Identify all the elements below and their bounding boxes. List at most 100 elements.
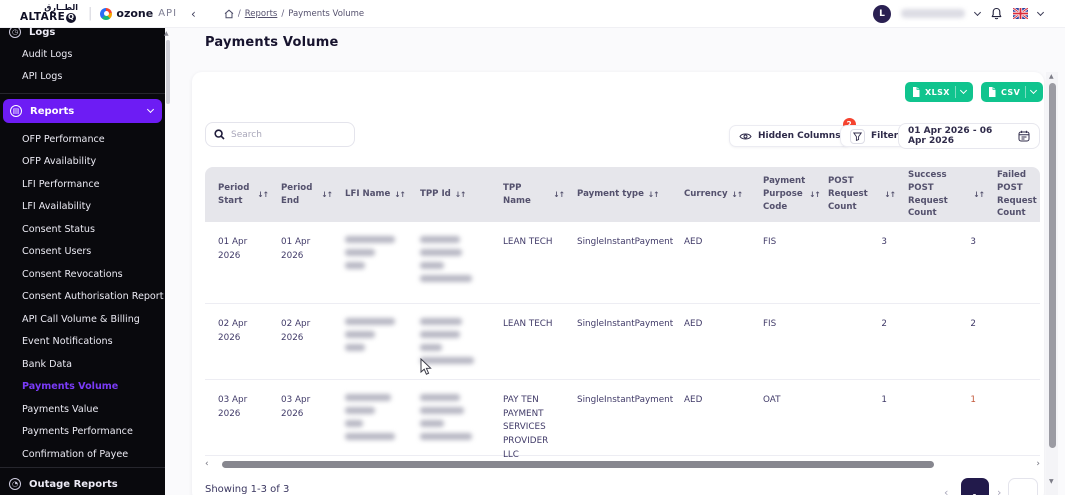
cell-tpp-name: PAY TEN PAYMENT SERVICES PROVIDER LLC	[503, 395, 549, 460]
cell-purpose-code: FIS	[763, 319, 777, 329]
col-header-success-post-request-count[interactable]: Success POST Request Count ↓↑	[895, 169, 985, 221]
altareq-logo-q-mark: Q	[66, 12, 77, 23]
table-row: 02 Apr 2026 02 Apr 2026 LEAN TECH Single…	[205, 304, 1040, 380]
language-flag-icon[interactable]	[1013, 8, 1028, 19]
sort-icon[interactable]: ↓↑	[257, 189, 269, 200]
date-range-picker[interactable]: 01 Apr 2026 - 06 Apr 2026	[898, 123, 1040, 149]
sidebar-item-lfi-performance[interactable]: LFI Performance	[0, 173, 165, 196]
user-menu-chevron-icon[interactable]	[973, 8, 982, 16]
altareq-logo-latin: ALTARE	[20, 11, 66, 24]
sidebar-item-ofp-performance[interactable]: OFP Performance	[0, 128, 165, 151]
sidebar-scroll-up-icon[interactable]: ▲	[164, 30, 169, 37]
sidebar-item-consent-revocations[interactable]: Consent Revocations	[0, 263, 165, 286]
calendar-icon	[1018, 130, 1030, 142]
vertical-scrollbar-thumb[interactable]	[1048, 83, 1056, 448]
cell-post-count: 1	[881, 395, 887, 405]
breadcrumb-link-reports[interactable]: Reports	[245, 9, 278, 19]
notifications-bell-icon[interactable]	[990, 7, 1003, 21]
scroll-right-icon[interactable]: ›	[1036, 460, 1040, 469]
scroll-left-icon[interactable]: ‹	[205, 460, 209, 469]
sidebar-item-api-logs[interactable]: API Logs	[0, 66, 165, 89]
cell-tpp-id-redacted	[407, 222, 490, 303]
sidebar-scrollbar-thumb[interactable]	[166, 40, 170, 104]
cell-post-count: 2	[881, 319, 887, 329]
sidebar-item-payments-volume[interactable]: Payments Volume	[0, 376, 165, 399]
col-header-payment-purpose-code[interactable]: Payment Purpose Code ↓↑	[750, 175, 821, 214]
search-input[interactable]	[231, 129, 346, 140]
cell-success-count: 1	[970, 395, 976, 405]
cell-success-count: 3	[970, 237, 976, 247]
sidebar-item-consent-users[interactable]: Consent Users	[0, 241, 165, 264]
cell-currency: AED	[684, 319, 703, 329]
col-header-post-request-count[interactable]: POST Request Count ↓↑	[815, 175, 896, 214]
sidebar-nav: ◷ Logs Audit Logs API Logs ▤ Reports OFP…	[0, 28, 165, 495]
reports-expand-chevron-icon	[146, 105, 155, 114]
cell-failed-count	[984, 380, 1040, 455]
sort-icon[interactable]: ↓↑	[648, 189, 660, 200]
pagination-next-icon[interactable]: ›	[997, 486, 1001, 495]
cell-period-end: 03 Apr 2026	[281, 395, 311, 419]
xlsx-dropdown-chevron-icon[interactable]	[959, 86, 967, 95]
cell-period-start: 03 Apr 2026	[218, 395, 248, 419]
sidebar-item-consent-authorisation-report[interactable]: Consent Authorisation Report	[0, 286, 165, 309]
sort-icon[interactable]: ↓↑	[455, 189, 467, 200]
page-size-select[interactable]	[1008, 478, 1038, 495]
csv-dropdown-chevron-icon[interactable]	[1030, 86, 1038, 95]
export-xlsx-button[interactable]: XLSX	[905, 82, 973, 102]
sidebar-item-api-call-volume-billing[interactable]: API Call Volume & Billing	[0, 308, 165, 331]
col-header-period-end[interactable]: Period End ↓↑	[268, 182, 333, 208]
sidebar-item-event-notifications[interactable]: Event Notifications	[0, 331, 165, 354]
col-header-tpp-name[interactable]: TPP Name ↓↑	[490, 182, 565, 208]
sidebar-item-lfi-availability[interactable]: LFI Availability	[0, 196, 165, 219]
scroll-down-icon[interactable]: ▼	[1049, 478, 1054, 485]
pagination-prev-icon[interactable]: ‹	[944, 486, 948, 495]
user-avatar[interactable]: L	[873, 4, 891, 23]
cell-tpp-name: LEAN TECH	[503, 319, 553, 329]
sort-icon[interactable]: ↓↑	[321, 189, 333, 200]
sort-icon[interactable]: ↓↑	[553, 189, 565, 200]
cell-period-start: 01 Apr 2026	[218, 237, 248, 261]
col-header-payment-type[interactable]: Payment type ↓↑	[564, 188, 671, 201]
pagination-page-1-button[interactable]: 1	[961, 478, 989, 495]
sidebar-item-payments-value[interactable]: Payments Value	[0, 398, 165, 421]
sidebar-item-ofp-availability[interactable]: OFP Availability	[0, 151, 165, 174]
sidebar-collapse-icon[interactable]: ‹	[191, 7, 196, 21]
sidebar-item-consent-status[interactable]: Consent Status	[0, 218, 165, 241]
sidebar-item-payments-performance[interactable]: Payments Performance	[0, 421, 165, 444]
reports-icon: ▤	[10, 105, 22, 117]
cell-tpp-id-redacted	[407, 380, 490, 455]
file-icon	[913, 87, 920, 97]
col-header-tpp-id[interactable]: TPP Id ↓↑	[407, 188, 490, 201]
export-csv-button[interactable]: CSV	[981, 82, 1044, 102]
ozone-logo-icon	[100, 7, 113, 20]
sidebar-item-reports[interactable]: ▤ Reports	[3, 99, 162, 123]
eye-icon	[739, 132, 752, 141]
sidebar-item-logs[interactable]: ◷ Logs	[0, 28, 165, 43]
sidebar-item-outage-reports[interactable]: ◔ Outage Reports	[0, 473, 165, 495]
col-header-failed-post-request-count[interactable]: Failed POST Request Count	[984, 169, 1040, 221]
cell-purpose-code: FIS	[763, 237, 777, 247]
logo-divider: |	[88, 6, 93, 21]
home-icon[interactable]	[224, 9, 234, 19]
sort-icon[interactable]: ↓↑	[394, 189, 406, 200]
sort-icon[interactable]: ↓↑	[884, 189, 896, 200]
sidebar-item-bank-data[interactable]: Bank Data	[0, 353, 165, 376]
col-header-period-start[interactable]: Period Start ↓↑	[205, 182, 269, 208]
scroll-up-icon[interactable]: ▲	[1049, 73, 1054, 80]
cell-failed-count	[984, 222, 1040, 303]
horizontal-scrollbar-thumb[interactable]	[221, 461, 934, 468]
sort-icon[interactable]: ↓↑	[732, 189, 744, 200]
cell-lfi-name-redacted	[332, 222, 407, 303]
language-chevron-icon[interactable]	[1036, 8, 1045, 16]
hidden-columns-button[interactable]: Hidden Columns 2	[729, 118, 856, 147]
horizontal-scrollbar-track[interactable]	[213, 461, 1033, 468]
cell-failed-count	[984, 304, 1040, 379]
col-header-currency[interactable]: Currency ↓↑	[671, 188, 750, 201]
cell-lfi-name-redacted	[332, 304, 407, 379]
payments-volume-table: Period Start ↓↑ Period End ↓↑ LFI Name ↓↑ T…	[205, 167, 1040, 460]
col-header-lfi-name[interactable]: LFI Name ↓↑	[332, 188, 407, 201]
filter-funnel-icon	[850, 128, 865, 144]
date-range-value: 01 Apr 2026 - 06 Apr 2026	[908, 126, 993, 146]
sort-icon[interactable]: ↓↑	[973, 189, 985, 200]
sidebar-item-audit-logs[interactable]: Audit Logs	[0, 43, 165, 66]
